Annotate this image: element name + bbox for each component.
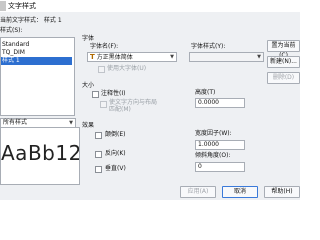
truetype-font-icon: T [90, 53, 95, 61]
height-value: 0.0000 [198, 99, 219, 106]
preview-sample-text: AaBb12 [1, 141, 80, 165]
title-bar: 文字样式 [0, 0, 300, 12]
current-style-label: 当前文字样式： 样式 1 [0, 17, 62, 24]
effects-section-heading: 效果 [82, 122, 95, 129]
annotative-label: 注释性(I) [101, 90, 126, 97]
vertical-checkbox[interactable] [95, 166, 102, 173]
upside-down-checkbox[interactable] [95, 132, 102, 139]
oblique-angle-label: 倾斜角度(O): [195, 152, 231, 159]
height-input[interactable]: 0.0000 [195, 98, 245, 108]
font-style-label: 字体样式(Y): [191, 43, 226, 50]
help-button[interactable]: 帮助(H) [264, 186, 300, 198]
font-name-select[interactable]: T 方正黑体简体 ▼ [87, 52, 177, 62]
oblique-angle-input[interactable]: 0 [195, 162, 245, 172]
match-orientation-label-line2: 匹配(M) [109, 106, 131, 113]
font-section-heading: 字体 [82, 35, 95, 42]
big-font-checkbox[interactable] [98, 66, 105, 73]
list-item-selected[interactable]: 样式 1 [1, 57, 72, 65]
backwards-label: 反向(K) [105, 150, 126, 157]
font-style-select[interactable]: ▼ [189, 52, 264, 62]
styles-list[interactable]: Standard TQ_DIM 样式 1 [0, 37, 75, 116]
width-factor-value: 1.0000 [198, 141, 219, 148]
list-item[interactable]: Standard [1, 41, 72, 49]
delete-button[interactable]: 删除(D) [267, 72, 300, 84]
annotative-checkbox[interactable] [92, 91, 99, 98]
big-font-label: 使用大字体(U) [107, 65, 147, 72]
styles-filter-value: 所有样式 [3, 119, 28, 126]
list-item[interactable]: TQ_DIM [1, 49, 72, 57]
styles-label: 样式(S): [0, 27, 23, 34]
text-style-dialog: 文字样式 当前文字样式： 样式 1 样式(S): Standard TQ_DIM… [0, 0, 300, 200]
preview-box: AaBb12 [0, 127, 80, 185]
apply-button[interactable]: 应用(A) [180, 186, 216, 198]
width-factor-label: 宽度因子(W): [195, 130, 232, 137]
font-name-value: 方正黑体简体 [96, 54, 133, 61]
new-style-button[interactable]: 新建(N)... [267, 56, 300, 68]
match-orientation-checkbox[interactable] [100, 101, 107, 108]
width-factor-input[interactable]: 1.0000 [195, 140, 245, 150]
upside-down-label: 颠倒(E) [105, 131, 126, 138]
size-section-heading: 大小 [82, 82, 95, 89]
vertical-label: 垂直(V) [105, 165, 126, 172]
set-current-button[interactable]: 置为当前(C) [267, 40, 300, 59]
font-name-label: 字体名(F): [90, 43, 119, 50]
app-icon [0, 1, 6, 11]
window-title: 文字样式 [8, 2, 36, 10]
height-label: 高度(T) [195, 89, 216, 96]
chevron-down-icon: ▼ [170, 54, 174, 60]
chevron-down-icon: ▼ [69, 120, 73, 126]
chevron-down-icon: ▼ [257, 54, 261, 60]
oblique-angle-value: 0 [198, 163, 202, 170]
cancel-button[interactable]: 取消 [222, 186, 258, 198]
backwards-checkbox[interactable] [95, 151, 102, 158]
